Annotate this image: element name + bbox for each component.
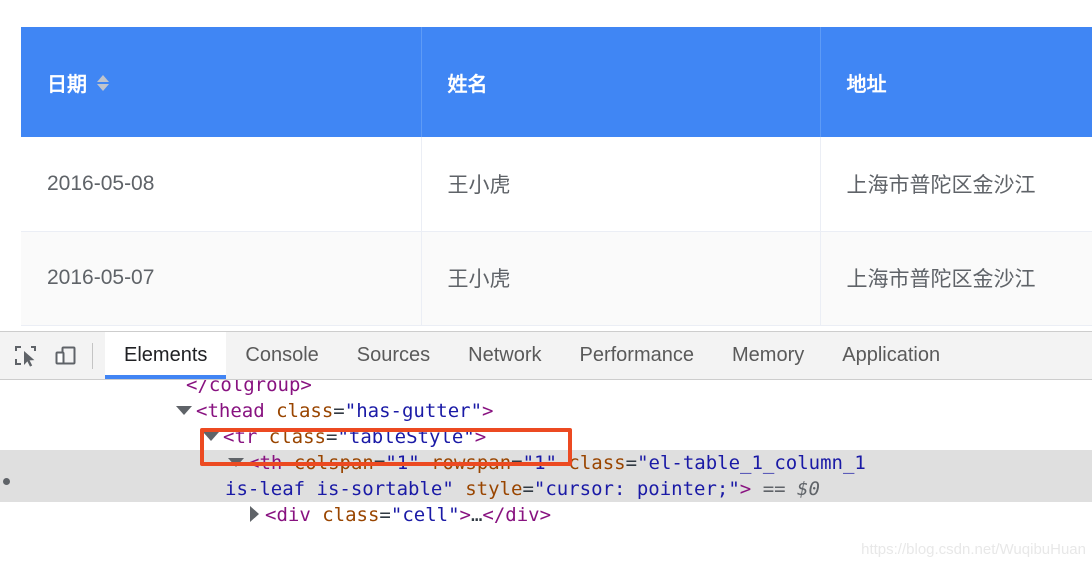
- dom-val-colspan: "1": [385, 452, 419, 474]
- column-header-name-label: 姓名: [448, 68, 488, 97]
- dom-val-th-class-cont: is-leaf is-sortable": [225, 478, 454, 500]
- dom-val-th-class: "el-table_1_column_1: [637, 452, 866, 474]
- dom-tree-view[interactable]: </colgroup> <thead class="has-gutter"> <…: [0, 380, 1092, 561]
- sort-caret-icon[interactable]: [97, 72, 109, 94]
- devtools-toolbar: Elements Console Sources Network Perform…: [0, 332, 1092, 380]
- column-header-date[interactable]: 日期: [21, 27, 421, 137]
- dom-close-th: >: [740, 478, 751, 500]
- cell-address: 上海市普陀区金沙江: [820, 137, 1092, 231]
- dom-selected-node-marker: == $0: [763, 478, 820, 500]
- tab-network[interactable]: Network: [449, 332, 560, 379]
- dom-val-style: "cursor: pointer;": [534, 478, 740, 500]
- watermark: https://blog.csdn.net/WuqibuHuan: [861, 541, 1086, 558]
- dom-eq: =: [333, 400, 344, 422]
- tab-console[interactable]: Console: [226, 332, 337, 379]
- expand-triangle-icon[interactable]: [228, 458, 244, 467]
- dom-tag-div: <div: [265, 504, 311, 526]
- cell-date: 2016-05-07: [21, 231, 421, 325]
- inspect-element-icon[interactable]: [6, 336, 46, 376]
- table-head: 日期 姓名 地址: [21, 27, 1092, 137]
- dom-attr-rowspan: rowspan: [431, 452, 511, 474]
- sort-descending-icon: [97, 84, 109, 91]
- tab-application[interactable]: Application: [823, 332, 959, 379]
- selected-node-marker-dot: [3, 478, 10, 485]
- dom-tag-div-close: </div>: [482, 504, 551, 526]
- dom-close-tr: >: [475, 426, 486, 448]
- table-header-row: 日期 姓名 地址: [21, 27, 1092, 137]
- dom-line-tr[interactable]: <tr class="tableStyle">: [0, 424, 1092, 450]
- dom-attr-style: style: [465, 478, 522, 500]
- dom-text-colgroup-close: </colgroup>: [186, 380, 312, 398]
- expand-triangle-icon[interactable]: [176, 406, 192, 415]
- dom-eq: =: [379, 504, 390, 526]
- cell-name: 王小虎: [421, 231, 820, 325]
- tab-memory[interactable]: Memory: [713, 332, 823, 379]
- toolbar-divider: [92, 343, 93, 369]
- dom-attr-th-class: class: [568, 452, 625, 474]
- dom-eq: =: [326, 426, 337, 448]
- dom-attr-colspan: colspan: [294, 452, 374, 474]
- column-header-name[interactable]: 姓名: [421, 27, 820, 137]
- dom-val-thead-class: "has-gutter": [345, 400, 482, 422]
- sort-ascending-icon: [97, 75, 109, 82]
- element-ui-data-table: 日期 姓名 地址: [21, 27, 1092, 326]
- dom-close-thead: >: [482, 400, 493, 422]
- column-header-address-label: 地址: [847, 68, 887, 97]
- table-row[interactable]: 2016-05-08 王小虎 上海市普陀区金沙江: [21, 137, 1092, 231]
- tab-performance[interactable]: Performance: [561, 332, 714, 379]
- dom-line-thead[interactable]: <thead class="has-gutter">: [0, 398, 1092, 424]
- dom-attr-div-class: class: [322, 504, 379, 526]
- dom-tag-tr: <tr: [223, 426, 257, 448]
- dom-line-th-selected[interactable]: <th colspan="1" rowspan="1" class="el-ta…: [0, 450, 1092, 476]
- dom-attr-tr-class: class: [269, 426, 326, 448]
- cell-name: 王小虎: [421, 137, 820, 231]
- dom-line-cell-div[interactable]: <div class="cell">…</div>: [0, 502, 1092, 528]
- column-header-address[interactable]: 地址: [820, 27, 1092, 137]
- tab-elements[interactable]: Elements: [105, 332, 226, 379]
- dom-val-div-class: "cell": [391, 504, 460, 526]
- dom-line-colgroup-close[interactable]: </colgroup>: [0, 380, 1092, 398]
- collapse-triangle-icon[interactable]: [250, 506, 259, 522]
- dom-collapsed-children: …: [471, 504, 482, 526]
- dom-val-tr-class: "tableStyle": [337, 426, 474, 448]
- table-row[interactable]: 2016-05-07 王小虎 上海市普陀区金沙江: [21, 231, 1092, 325]
- dom-attr-thead-class: class: [276, 400, 333, 422]
- dom-line-th-selected-wrap[interactable]: is-leaf is-sortable" style="cursor: poin…: [0, 476, 1092, 502]
- dom-val-rowspan: "1": [523, 452, 557, 474]
- devtools-panel: Elements Console Sources Network Perform…: [0, 331, 1092, 561]
- devtools-tab-bar: Elements Console Sources Network Perform…: [105, 332, 959, 379]
- dom-tag-th: <th: [248, 452, 282, 474]
- expand-triangle-icon[interactable]: [203, 432, 219, 441]
- dom-close-div-open: >: [460, 504, 471, 526]
- cell-date: 2016-05-08: [21, 137, 421, 231]
- cell-address: 上海市普陀区金沙江: [820, 231, 1092, 325]
- dom-tag-thead: <thead: [196, 400, 265, 422]
- column-header-date-label: 日期: [47, 68, 87, 97]
- table-body: 2016-05-08 王小虎 上海市普陀区金沙江 2016-05-07 王小虎 …: [21, 137, 1092, 325]
- tab-sources[interactable]: Sources: [338, 332, 449, 379]
- web-page-area: 日期 姓名 地址: [0, 0, 1092, 331]
- device-toolbar-icon[interactable]: [46, 336, 86, 376]
